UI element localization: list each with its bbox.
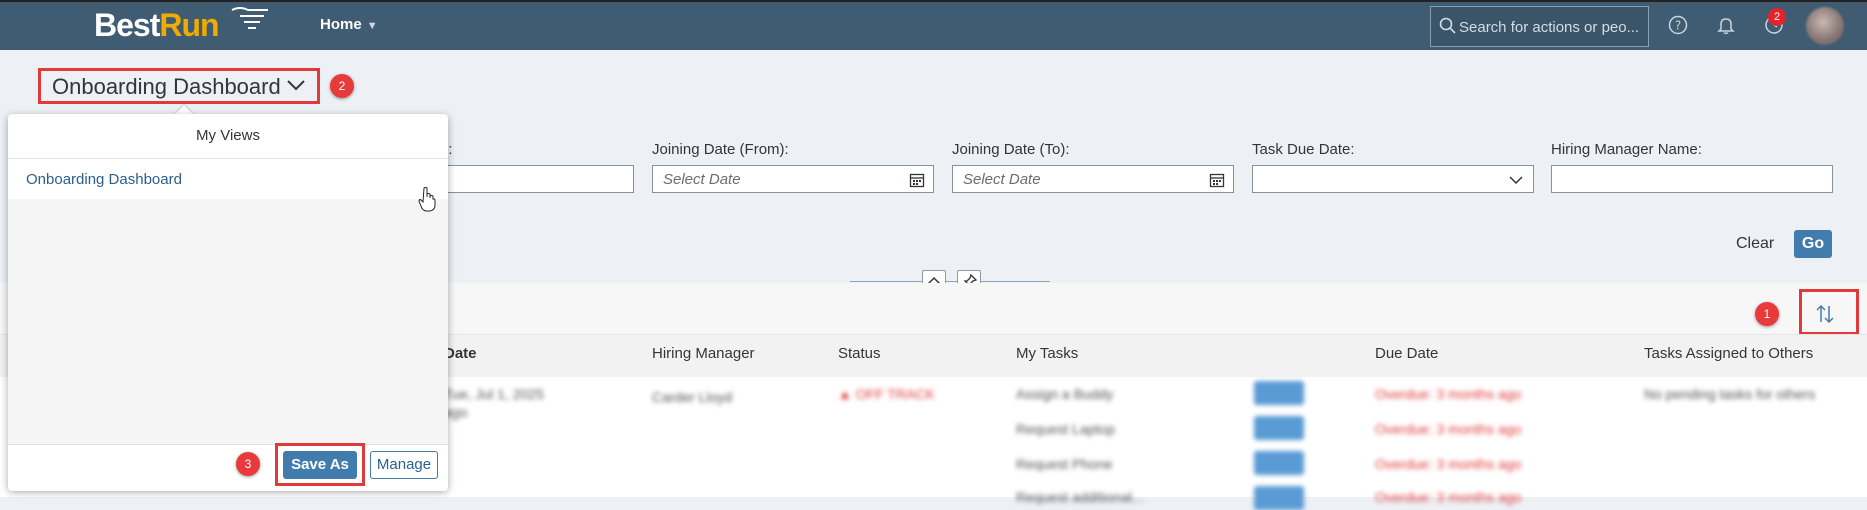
chevron-down-icon: [1509, 176, 1523, 185]
cell-hiring-manager: Carder Lloyd: [652, 389, 733, 405]
joining-date-to-input[interactable]: Select Date: [952, 165, 1234, 193]
cell-date: Tue, Jul 1, 2025: [444, 386, 544, 402]
cell-due-date: Overdue: 3 months ago: [1375, 456, 1522, 472]
cell-status: ▲ OFF TRACK: [838, 386, 935, 402]
chevron-down-icon: ▼: [366, 20, 378, 32]
popover-title: My Views: [8, 114, 448, 159]
column-header-date[interactable]: Date: [444, 345, 477, 362]
column-header-due-date[interactable]: Due Date: [1375, 345, 1438, 362]
cell-task: Assign a Buddy: [1016, 386, 1114, 402]
svg-text:?: ?: [1675, 19, 1681, 33]
task-start-button[interactable]: [1254, 381, 1304, 405]
joining-date-from-input[interactable]: Select Date: [652, 165, 934, 193]
calendar-icon[interactable]: [1209, 172, 1225, 188]
popover-list-area: [8, 199, 448, 447]
callout-1: 1: [1755, 302, 1779, 326]
bestrun-logo[interactable]: BestRun: [94, 6, 220, 44]
task-start-button[interactable]: [1254, 451, 1304, 475]
task-due-date-select[interactable]: [1252, 165, 1534, 193]
cell-due-date: Overdue: 3 months ago: [1375, 386, 1522, 402]
column-header-hiring-manager[interactable]: Hiring Manager: [652, 345, 755, 362]
task-start-button[interactable]: [1254, 416, 1304, 440]
cell-task: Request additional...: [1016, 489, 1144, 505]
column-header-my-tasks[interactable]: My Tasks: [1016, 345, 1078, 362]
avatar[interactable]: [1806, 7, 1844, 45]
clear-button[interactable]: Clear: [1736, 235, 1774, 253]
chevron-down-icon[interactable]: [286, 78, 306, 92]
notification-badge: 2: [1768, 8, 1786, 26]
home-menu[interactable]: Home ▼: [320, 16, 378, 33]
search-input[interactable]: Search for actions or peo...: [1430, 6, 1649, 47]
task-due-date-label: Task Due Date:: [1252, 141, 1355, 158]
logo-speed-lines-icon: [231, 7, 268, 29]
hiring-manager-name-label: Hiring Manager Name:: [1551, 141, 1702, 158]
view-item-label: Onboarding Dashboard: [26, 171, 182, 188]
cell-tasks-others: No pending tasks for others: [1644, 386, 1816, 402]
cell-due-date: Overdue: 3 months ago: [1375, 421, 1522, 437]
shell-top-border: [0, 0, 1867, 2]
manage-button[interactable]: Manage: [370, 451, 438, 479]
help-icon[interactable]: ?: [1667, 14, 1689, 36]
joining-date-to-label: Joining Date (To):: [952, 141, 1070, 158]
cell-task: Request Phone: [1016, 456, 1113, 472]
search-icon: [1439, 17, 1456, 34]
view-item-onboarding-dashboard[interactable]: Onboarding Dashboard: [8, 159, 448, 199]
hand-cursor-icon: [418, 187, 436, 212]
hiring-manager-name-input[interactable]: [1551, 165, 1833, 193]
callout-3: 3: [236, 452, 260, 476]
filter-divider: [850, 281, 1050, 282]
go-button[interactable]: Go: [1794, 230, 1832, 258]
save-as-button[interactable]: Save As: [283, 451, 357, 479]
column-header-status[interactable]: Status: [838, 345, 881, 362]
task-start-button[interactable]: [1254, 486, 1304, 510]
page-title[interactable]: Onboarding Dashboard: [52, 74, 281, 100]
filter-input-partial[interactable]: [440, 165, 634, 193]
column-header-tasks-assigned-to-others[interactable]: Tasks Assigned to Others: [1644, 345, 1813, 362]
callout-2: 2: [330, 74, 354, 98]
calendar-icon[interactable]: [909, 172, 925, 188]
sort-icon[interactable]: [1814, 303, 1836, 325]
my-views-popover: My Views Onboarding Dashboard: [8, 114, 448, 491]
joining-date-from-label: Joining Date (From):: [652, 141, 789, 158]
cell-due-date: Overdue: 3 months ago: [1375, 489, 1522, 505]
cell-task: Request Laptop: [1016, 421, 1115, 437]
bell-icon[interactable]: [1715, 14, 1737, 36]
